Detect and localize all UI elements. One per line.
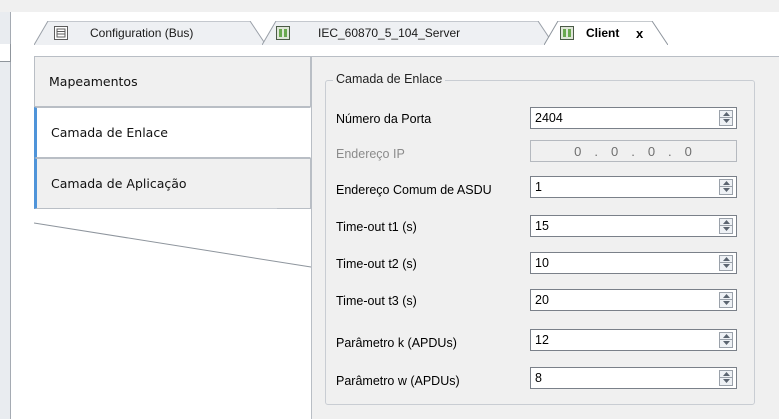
ip-octet: 0 (610, 143, 620, 159)
device-icon (560, 26, 574, 40)
param-w-label: Parâmetro w (APDUs) (336, 374, 460, 388)
device-icon (276, 26, 290, 40)
ip-octet: 0 (647, 143, 657, 159)
param-k-spinbox[interactable] (530, 329, 737, 351)
timeout-t1-label: Time-out t1 (s) (336, 220, 417, 234)
asdu-address-input[interactable] (531, 177, 717, 197)
param-k-label: Parâmetro k (APDUs) (336, 336, 457, 350)
spin-down-icon[interactable] (719, 300, 733, 308)
nav-item-mapeamentos[interactable]: Mapeamentos (34, 56, 311, 107)
spin-up-icon[interactable] (719, 218, 733, 226)
spin-up-icon[interactable] (719, 292, 733, 300)
spin-up-icon[interactable] (719, 179, 733, 187)
tab-iec-server[interactable]: IEC_60870_5_104_Server (262, 21, 554, 45)
spin-buttons[interactable] (719, 179, 733, 195)
group-title: Camada de Enlace (333, 72, 446, 86)
timeout-t3-spinbox[interactable] (530, 289, 737, 311)
ip-address-label: Endereço IP (336, 147, 405, 161)
spin-up-icon[interactable] (719, 332, 733, 340)
timeout-t2-label: Time-out t2 (s) (336, 257, 417, 271)
ip-dot: . (668, 143, 673, 159)
window-edge-notch (0, 44, 11, 62)
spin-down-icon[interactable] (719, 118, 733, 126)
spin-down-icon[interactable] (719, 340, 733, 348)
spin-buttons[interactable] (719, 292, 733, 308)
timeout-t3-input[interactable] (531, 290, 717, 310)
nav-item-camada-de-aplicacao[interactable]: Camada de Aplicação (34, 158, 311, 209)
timeout-t2-input[interactable] (531, 253, 717, 273)
timeout-t3-label: Time-out t3 (s) (336, 294, 417, 308)
ip-dot: . (631, 143, 636, 159)
spin-up-icon[interactable] (719, 255, 733, 263)
tab-configuration-bus[interactable]: Configuration (Bus) (34, 21, 266, 45)
param-k-input[interactable] (531, 330, 717, 350)
ip-dot: . (594, 143, 599, 159)
nav-item-camada-de-enlace[interactable]: Camada de Enlace (34, 107, 311, 158)
param-w-spinbox[interactable] (530, 367, 737, 389)
spin-buttons[interactable] (719, 110, 733, 126)
spin-down-icon[interactable] (719, 226, 733, 234)
param-w-input[interactable] (531, 368, 717, 388)
ip-octet: 0 (684, 143, 693, 159)
spin-down-icon[interactable] (719, 378, 733, 386)
spin-buttons[interactable] (719, 218, 733, 234)
asdu-address-spinbox[interactable] (530, 176, 737, 198)
tab-label: Client (586, 26, 620, 40)
spin-buttons[interactable] (719, 255, 733, 271)
ip-octet: 0 (574, 143, 583, 159)
timeout-t2-spinbox[interactable] (530, 252, 737, 274)
timeout-t1-spinbox[interactable] (530, 215, 737, 237)
nav-item-label: Camada de Aplicação (51, 176, 187, 191)
tab-client[interactable]: Client x (544, 21, 668, 45)
spin-buttons[interactable] (719, 332, 733, 348)
bus-config-icon (54, 26, 68, 40)
port-number-spinbox[interactable] (530, 107, 737, 129)
timeout-t1-input[interactable] (531, 216, 717, 236)
spin-up-icon[interactable] (719, 370, 733, 378)
spin-down-icon[interactable] (719, 263, 733, 271)
tab-label: IEC_60870_5_104_Server (318, 26, 461, 40)
close-tab-button[interactable]: x (636, 26, 643, 41)
asdu-address-label: Endereço Comum de ASDU (336, 183, 492, 197)
editor-tab-strip: Configuration (Bus) IEC_60870_5_104_Serv… (0, 0, 779, 45)
tab-label: Configuration (Bus) (90, 26, 194, 40)
spin-buttons[interactable] (719, 370, 733, 386)
ip-address-field: 0 . 0 . 0 . 0 (530, 140, 737, 162)
tabstrip-background (0, 0, 779, 12)
nav-item-label: Mapeamentos (49, 74, 138, 89)
nav-item-label: Camada de Enlace (51, 125, 168, 140)
port-number-label: Número da Porta (336, 112, 432, 126)
spin-down-icon[interactable] (719, 187, 733, 195)
window-edge (0, 12, 11, 419)
nav-diagonal-border (34, 222, 312, 268)
spin-up-icon[interactable] (719, 110, 733, 118)
port-number-input[interactable] (531, 108, 717, 128)
